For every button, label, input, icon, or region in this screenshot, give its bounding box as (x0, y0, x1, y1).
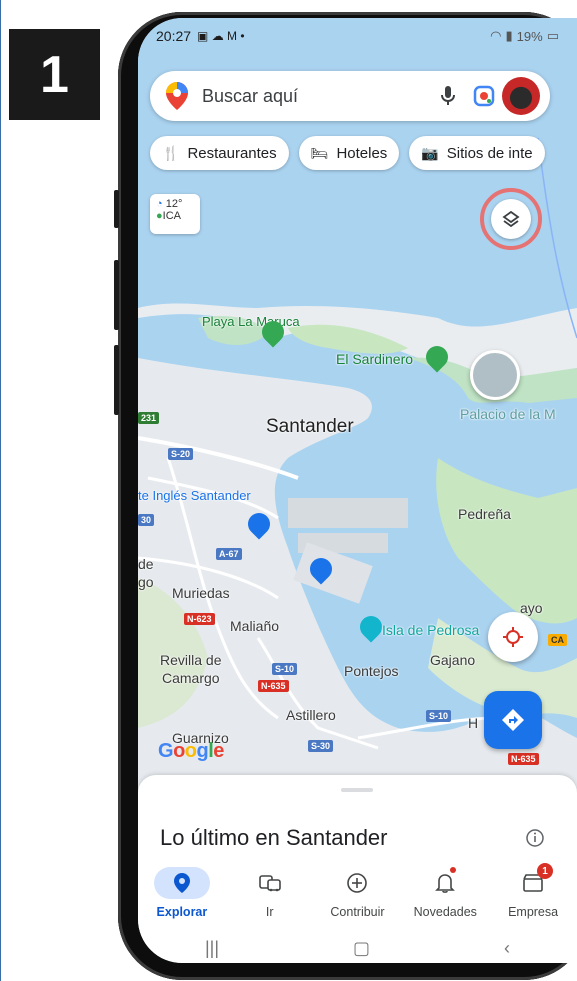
map-label-go: go (138, 574, 154, 590)
map-label-h: H (468, 715, 479, 731)
clock: 20:27 (156, 28, 192, 44)
map-label-astillero[interactable]: Astillero (286, 707, 336, 723)
chip-label: Restaurantes (187, 144, 277, 162)
notification-icons: ▣ ☁ M • (197, 29, 245, 43)
bottom-navigation: Explorar Ir Contribuir Novedades 1 Empre… (138, 861, 577, 929)
map-label-sardinero[interactable]: El Sardinero (336, 351, 413, 367)
road-shield: S-20 (168, 448, 194, 460)
maps-pin-logo-icon (166, 82, 188, 110)
back-icon[interactable]: ‹ (504, 938, 510, 959)
add-circle-icon (329, 867, 385, 899)
notification-badge: 1 (537, 863, 554, 879)
google-logo: Google (158, 740, 224, 762)
road-shield: S-30 (308, 740, 334, 752)
weather-widget[interactable]: ◔ 12° ●ICA (150, 194, 200, 234)
map-label-pontejos[interactable]: Pontejos (344, 663, 398, 679)
nav-label: Novedades (413, 905, 477, 919)
phone-screen: Playa La Maruca El Sardinero Palacio de … (138, 18, 577, 963)
battery-level: 19% (516, 28, 543, 44)
chip-label: Hoteles (336, 144, 388, 162)
phone-side-button (114, 190, 119, 228)
layers-icon (502, 210, 520, 228)
info-icon[interactable] (524, 827, 546, 849)
category-chips: 🍴 Restaurantes 🛏 Hoteles 📷 Sitios de int… (150, 136, 545, 172)
my-location-button[interactable] (488, 612, 538, 662)
nav-updates[interactable]: Novedades (401, 861, 489, 929)
nav-label: Contribuir (330, 905, 385, 919)
recent-apps-icon[interactable]: ||| (205, 938, 219, 959)
nav-label: Empresa (508, 905, 559, 919)
nav-label: Ir (265, 905, 274, 919)
bell-icon (417, 867, 473, 899)
map-label-playa[interactable]: Playa La Maruca (202, 315, 300, 329)
road-shield: 30 (138, 514, 155, 526)
map-label-gajano[interactable]: Gajano (430, 652, 475, 668)
map-label-santander[interactable]: Santander (266, 416, 354, 438)
nav-explore[interactable]: Explorar (138, 861, 226, 929)
notification-dot (450, 867, 457, 873)
road-shield: A-67 (216, 548, 242, 560)
nav-label: Explorar (156, 905, 208, 919)
system-navigation-bar: ||| ▢ ‹ (138, 933, 577, 963)
road-shield: S-10 (426, 710, 452, 722)
search-bar[interactable]: Buscar aquí (150, 71, 550, 121)
nav-contribute[interactable]: Contribuir (314, 861, 402, 929)
camera-icon: 📷 (421, 144, 439, 161)
sheet-title: Lo último en Santander (160, 825, 388, 850)
chip-attractions[interactable]: 📷 Sitios de inte (409, 136, 545, 170)
pin-icon (153, 867, 210, 899)
road-shield: 231 (138, 412, 160, 424)
road-shield: N-635 (258, 680, 289, 692)
road-shield: S-10 (272, 663, 298, 675)
drag-handle[interactable] (341, 788, 373, 792)
signal-icon: ▮ (505, 28, 513, 43)
lens-camera-icon[interactable] (466, 78, 502, 114)
photo-pin-icon[interactable] (470, 350, 520, 400)
microphone-icon[interactable] (430, 78, 466, 114)
chip-label: Sitios de inte (446, 144, 533, 162)
home-icon[interactable]: ▢ (353, 938, 370, 959)
road-shield: N-635 (508, 753, 539, 765)
phone-side-button (114, 260, 119, 330)
directions-button[interactable] (484, 691, 542, 749)
weather-temp: 12° (165, 198, 183, 210)
aqi-label: ICA (162, 210, 181, 222)
commute-icon (242, 867, 298, 899)
map-label-de: de (138, 556, 154, 572)
directions-icon (502, 709, 524, 731)
status-bar: 20:27 ▣ ☁ M • ◠ ▮ 19% ▭ (138, 18, 577, 54)
highlight-ring (480, 188, 542, 250)
search-input[interactable]: Buscar aquí (202, 86, 430, 107)
map-label-pedrena[interactable]: Pedreña (458, 506, 511, 522)
fork-knife-icon: 🍴 (162, 144, 180, 161)
step-number-badge: 1 (9, 29, 100, 120)
map-label-maliano[interactable]: Maliaño (230, 618, 279, 634)
weather-icon: ◔ (156, 198, 163, 210)
bed-icon: 🛏 (310, 144, 329, 161)
road-shield: N-623 (184, 613, 215, 625)
road-shield: CA (548, 634, 567, 646)
aqi-dot-icon: ● (156, 210, 163, 222)
avatar[interactable] (502, 77, 540, 115)
nav-go[interactable]: Ir (226, 861, 314, 929)
map-label-palacio[interactable]: Palacio de la M (460, 406, 556, 422)
location-target-icon (503, 627, 523, 647)
bottom-sheet[interactable]: Lo último en Santander Explorar Ir Contr… (138, 775, 577, 963)
nav-business[interactable]: 1 Empresa (489, 861, 577, 929)
phone-side-button (114, 345, 119, 415)
layers-button[interactable] (491, 199, 531, 239)
map-label-camargo[interactable]: Camargo (162, 670, 220, 686)
map-label-revilla[interactable]: Revilla de (160, 652, 221, 668)
battery-icon: ▭ (546, 28, 559, 43)
wifi-icon: ◠ (490, 28, 502, 43)
chip-restaurants[interactable]: 🍴 Restaurantes (150, 136, 289, 170)
map-label-isla-pedrosa[interactable]: Isla de Pedrosa (382, 622, 479, 638)
frame-border (0, 0, 1, 981)
map-label-muriedas[interactable]: Muriedas (172, 585, 230, 601)
map-label-corte-ingles[interactable]: te Inglés Santander (138, 488, 251, 503)
chip-hotels[interactable]: 🛏 Hoteles (298, 136, 400, 170)
store-icon: 1 (505, 863, 561, 899)
